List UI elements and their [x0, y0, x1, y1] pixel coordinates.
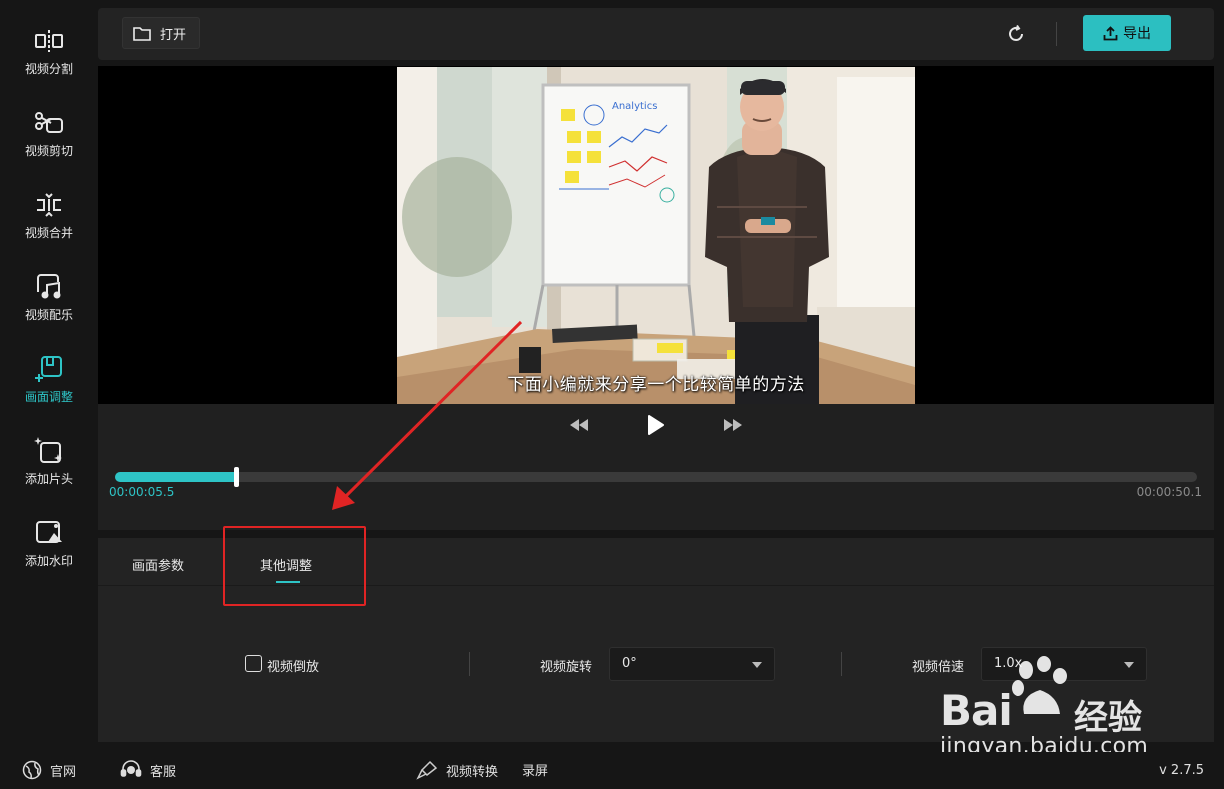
option-divider — [841, 652, 842, 676]
fast-forward-icon — [724, 419, 742, 431]
rewind-button[interactable] — [567, 413, 591, 437]
video-viewport: Analytics 下面小编就来分享一个比较简单的方法 — [98, 66, 1214, 404]
progress-handle[interactable] — [234, 467, 240, 487]
video-subtitle: 下面小编就来分享一个比较简单的方法 — [507, 375, 805, 395]
crop-adjust-icon — [32, 352, 66, 386]
paw-logo-icon — [1012, 656, 1067, 714]
support-label: 客服 — [150, 764, 177, 780]
reverse-label: 视频倒放 — [267, 660, 320, 675]
chevron-down-icon — [752, 662, 762, 668]
sidebar-item-music[interactable]: 视频配乐 — [0, 268, 98, 340]
watermark-image-icon — [32, 516, 66, 550]
current-time: 00:00:05.5 — [109, 485, 175, 499]
brush-tool-icon — [416, 760, 438, 780]
convert-link[interactable]: 视频转换 — [416, 760, 498, 780]
baidu-jingyan-watermark: Bai 经验 jingyan.baidu.com — [940, 656, 1160, 766]
annotation-highlight-box — [223, 526, 366, 606]
sidebar-item-label: 视频合并 — [24, 226, 73, 240]
sidebar-item-split[interactable]: 视频分割 — [0, 22, 98, 94]
refresh-icon — [1009, 25, 1023, 41]
rewind-icon — [570, 419, 588, 431]
record-label: 录屏 — [522, 764, 549, 779]
open-button-label: 打开 — [160, 27, 187, 43]
version-label: v 2.7.5 — [1159, 763, 1204, 778]
globe-icon — [22, 760, 42, 780]
rotate-label: 视频旋转 — [540, 660, 593, 675]
rotate-value: 0° — [622, 656, 637, 671]
watermark-brand: Bai — [940, 686, 1013, 735]
sidebar-item-cut[interactable]: 视频剪切 — [0, 104, 98, 176]
toolbar-divider — [1056, 22, 1057, 46]
split-icon — [32, 24, 66, 58]
sidebar-item-label: 画面调整 — [24, 390, 73, 404]
upload-icon — [1103, 25, 1118, 40]
reverse-checkbox[interactable] — [245, 655, 262, 672]
footer-bar: 官网 客服 视频转换 录屏 v 2.7.5 — [0, 752, 1224, 789]
convert-label: 视频转换 — [446, 764, 499, 780]
refresh-button[interactable] — [1004, 22, 1028, 46]
video-frame[interactable]: Analytics 下面小编就来分享一个比较简单的方法 — [397, 67, 915, 404]
progress-bar[interactable] — [115, 467, 1197, 487]
sidebar-item-label: 添加水印 — [24, 554, 73, 568]
total-time: 00:00:50.1 — [1136, 485, 1202, 499]
export-button-label: 导出 — [1123, 26, 1151, 42]
video-player: Analytics 下面小编就来分享一个比较简单的方法 00:00:05.5 0… — [98, 66, 1214, 530]
progress-fill — [115, 472, 235, 482]
scissors-icon — [32, 106, 66, 140]
sidebar-item-label: 视频剪切 — [24, 144, 73, 158]
top-toolbar: 打开 导出 — [98, 8, 1214, 60]
watermark-brand-cn: 经验 — [1074, 698, 1142, 738]
fast-forward-button[interactable] — [721, 413, 745, 437]
headset-icon — [120, 760, 142, 777]
video-still-image: Analytics — [397, 67, 915, 404]
website-label: 官网 — [50, 764, 77, 780]
music-icon — [32, 270, 66, 304]
export-button[interactable]: 导出 — [1083, 15, 1171, 51]
website-link[interactable]: 官网 — [22, 760, 76, 780]
sidebar: 视频分割 视频剪切 视频合并 视频配乐 画面调整 添加片头 添加水印 — [0, 0, 98, 752]
sidebar-item-merge[interactable]: 视频合并 — [0, 186, 98, 258]
add-intro-icon — [32, 434, 66, 468]
sidebar-item-intro[interactable]: 添加片头 — [0, 432, 98, 504]
support-link[interactable]: 客服 — [120, 760, 176, 780]
merge-icon — [32, 188, 66, 222]
sidebar-item-label: 视频分割 — [24, 62, 73, 76]
sidebar-item-label: 添加片头 — [24, 472, 73, 486]
rotate-select[interactable]: 0° — [609, 647, 775, 681]
whiteboard-text: Analytics — [612, 101, 657, 112]
tab-picture-params[interactable]: 画面参数 — [132, 555, 184, 574]
sidebar-item-label: 视频配乐 — [24, 308, 73, 322]
record-link[interactable]: 录屏 — [522, 760, 548, 779]
play-icon — [648, 415, 664, 435]
option-divider — [469, 652, 470, 676]
sidebar-item-adjust[interactable]: 画面调整 — [0, 350, 98, 422]
sidebar-item-watermark[interactable]: 添加水印 — [0, 514, 98, 586]
open-button[interactable]: 打开 — [122, 17, 200, 49]
play-button[interactable] — [644, 413, 668, 437]
folder-icon — [133, 26, 151, 41]
